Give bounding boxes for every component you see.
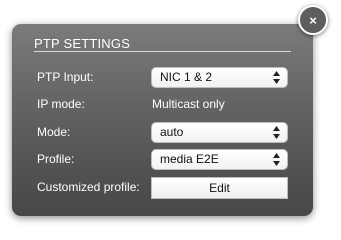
- edit-button[interactable]: Edit: [151, 177, 288, 199]
- dialog-title: PTP SETTINGS: [34, 36, 131, 51]
- ptp-input-select[interactable]: NIC 1 & 2: [151, 67, 288, 88]
- ptp-input-value: NIC 1 & 2: [160, 70, 213, 84]
- profile-select[interactable]: media E2E: [151, 149, 288, 170]
- profile-label: Profile:: [37, 152, 75, 166]
- ip-mode-label: IP mode:: [37, 97, 85, 111]
- profile-value: media E2E: [160, 152, 219, 166]
- customized-profile-label: Customized profile:: [37, 180, 140, 194]
- ptp-settings-dialog: PTP SETTINGS PTP Input: NIC 1 & 2 IP mod…: [12, 24, 313, 216]
- up-down-arrows-icon: [273, 153, 280, 166]
- mode-label: Mode:: [37, 125, 71, 139]
- mode-value: auto: [160, 125, 184, 139]
- title-divider: [34, 51, 291, 52]
- ip-mode-value: Multicast only: [152, 97, 225, 111]
- up-down-arrows-icon: [273, 71, 280, 84]
- up-down-arrows-icon: [273, 126, 280, 139]
- close-button[interactable]: ×: [298, 5, 328, 35]
- ptp-input-label: PTP Input:: [37, 70, 94, 84]
- close-icon: ×: [309, 12, 317, 28]
- mode-select[interactable]: auto: [151, 122, 288, 143]
